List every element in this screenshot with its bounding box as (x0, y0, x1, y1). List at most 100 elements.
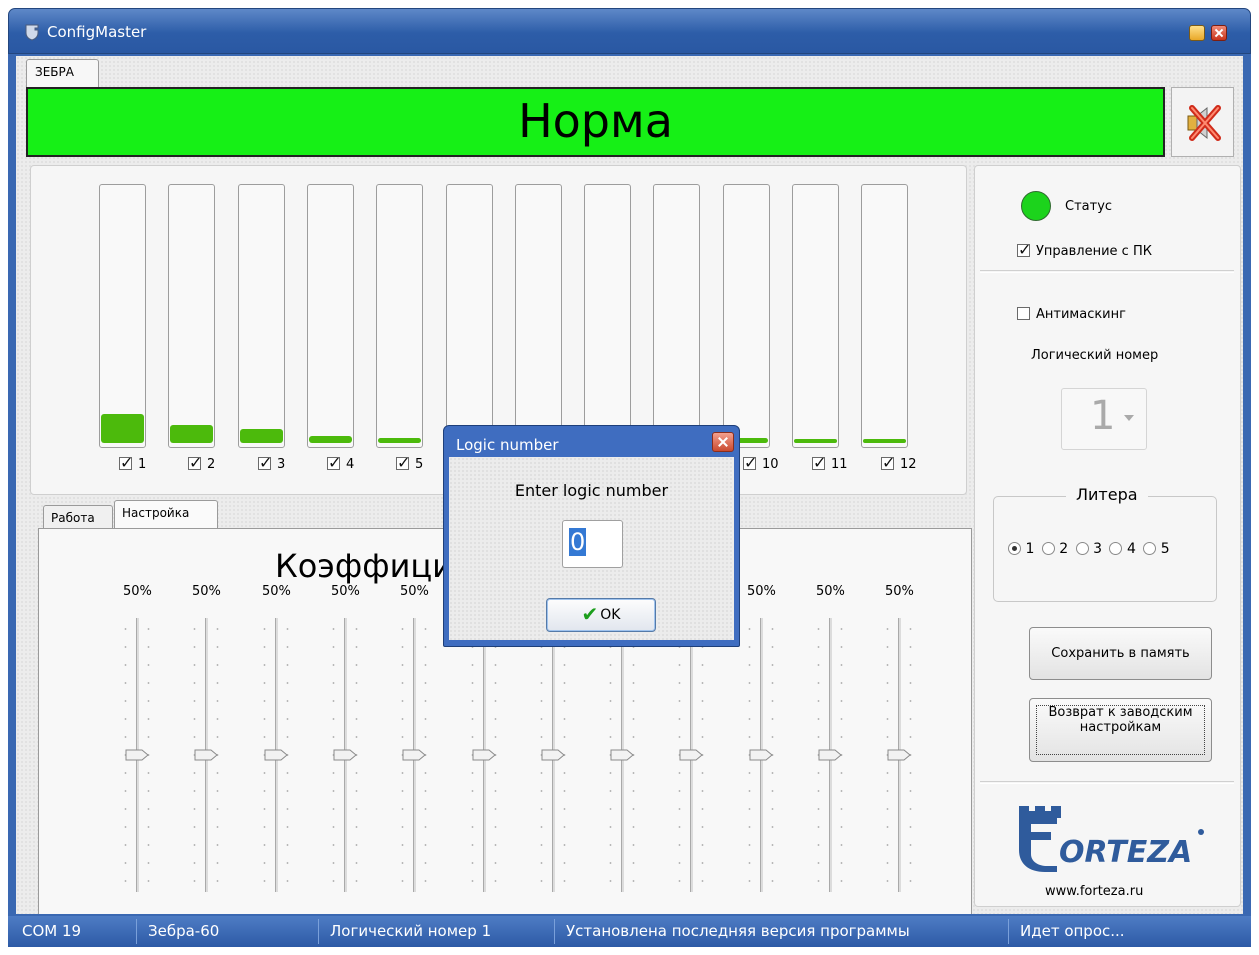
antimasking-checkbox[interactable]: Антимаскинг (1017, 307, 1126, 322)
website-link[interactable]: www.forteza.ru (1045, 884, 1143, 899)
status-divider (554, 919, 555, 944)
litera-radio-5[interactable]: 5 (1143, 541, 1170, 557)
channel-checkbox-1[interactable]: 1 (119, 453, 146, 472)
slider-value-label: 50% (262, 584, 291, 599)
logic-number-input[interactable]: 0 (562, 520, 623, 568)
level-bar-fill (863, 439, 906, 443)
level-bar-4 (307, 184, 354, 448)
level-bar-12 (861, 184, 908, 448)
slider-thumb[interactable] (333, 749, 358, 761)
channel-checkbox-4[interactable]: 4 (327, 453, 355, 472)
status-device: Зебра-60 (148, 922, 220, 940)
title-bar[interactable]: ConfigMaster (8, 8, 1251, 54)
radio-dot-icon (1075, 542, 1089, 555)
mute-button[interactable] (1171, 87, 1234, 157)
radio-dot-icon (1008, 542, 1021, 555)
logic-number-label: Логический номер (1031, 348, 1159, 363)
level-bar-6 (446, 184, 493, 448)
slider-thumb[interactable] (818, 749, 843, 761)
status-divider (318, 919, 319, 944)
slider-thumb[interactable] (472, 749, 497, 761)
slider-thumb[interactable] (264, 749, 289, 761)
channel-checkbox-10[interactable]: 10 (743, 453, 779, 472)
dialog-body: Enter logic number 0 ✔ OK (449, 457, 734, 640)
logic-number-input-value: 0 (569, 528, 587, 556)
channel-label: 4 (346, 457, 355, 472)
save-to-memory-button[interactable]: Сохранить в память (1029, 627, 1212, 680)
channel-checkbox-2[interactable]: 2 (188, 453, 216, 472)
tab-settings[interactable]: Настройка (114, 500, 218, 529)
litera-radio-4[interactable]: 4 (1109, 541, 1136, 557)
channel-label: 2 (207, 457, 216, 472)
close-button[interactable] (1211, 25, 1227, 41)
window-title: ConfigMaster (47, 23, 147, 41)
litera-label: Литера (1066, 485, 1148, 504)
radio-dot-icon (1109, 542, 1123, 555)
logic-number-dialog: Logic number Enter logic number 0 ✔ OK (443, 425, 740, 647)
check-icon (327, 453, 341, 472)
status-version: Установлена последняя версия программы (566, 922, 910, 940)
radio-label: 3 (1093, 541, 1103, 557)
status-logic-number: Логический номер 1 (330, 922, 492, 940)
right-panel: Статус Управление с ПК Антимаскинг Логич… (974, 165, 1241, 907)
level-bar-3 (238, 184, 285, 448)
slider-value-label: 50% (331, 584, 360, 599)
dialog-title: Logic number (456, 436, 559, 454)
radio-label: 2 (1059, 541, 1069, 557)
dialog-prompt: Enter logic number (514, 481, 669, 500)
status-bar: COM 19 Зебра-60 Логический номер 1 Устан… (8, 916, 1251, 947)
antimasking-label: Антимаскинг (1036, 307, 1126, 322)
slider-value-label: 50% (885, 584, 914, 599)
slider-thumb[interactable] (541, 749, 566, 761)
level-bar-fill (240, 429, 283, 443)
channel-label: 5 (415, 457, 424, 472)
status-port: COM 19 (22, 922, 82, 940)
check-icon (119, 453, 133, 472)
checkmark-icon: ✔ (581, 602, 599, 626)
slider-thumb[interactable] (610, 749, 635, 761)
slider-thumb[interactable] (887, 749, 912, 761)
pc-control-check-icon (1017, 240, 1031, 259)
slider-thumb[interactable] (125, 749, 150, 761)
channel-checkbox-12[interactable]: 12 (881, 453, 917, 472)
level-bar-10 (723, 184, 770, 448)
channel-label: 11 (831, 457, 848, 472)
slider-thumb[interactable] (679, 749, 704, 761)
channel-checkbox-3[interactable]: 3 (258, 453, 285, 472)
logic-number-select[interactable]: 1 (1061, 388, 1147, 450)
check-icon (188, 453, 202, 472)
radio-label: 5 (1160, 541, 1170, 557)
tab-zebra[interactable]: ЗЕБРА (26, 59, 99, 87)
pc-control-checkbox[interactable]: Управление с ПК (1017, 240, 1152, 259)
minimize-button[interactable] (1189, 25, 1205, 41)
litera-radio-1[interactable]: 1 (1008, 541, 1034, 557)
radio-label: 1 (1025, 541, 1035, 557)
status-banner: Норма (26, 87, 1165, 157)
litera-group: Литера 1 2 3 4 5 (993, 485, 1217, 602)
svg-text:ORTEZA: ORTEZA (1059, 835, 1192, 870)
slider-value-label: 50% (400, 584, 429, 599)
ok-button[interactable]: ✔ OK (546, 598, 656, 632)
dialog-close-button[interactable] (712, 432, 734, 452)
level-bar-fill (101, 414, 144, 443)
status-indicator (1021, 191, 1051, 221)
level-bar-fill (378, 438, 421, 443)
app-icon (25, 24, 39, 41)
litera-radio-group: 1 2 3 4 5 (1008, 541, 1173, 557)
channel-checkbox-5[interactable]: 5 (396, 453, 424, 472)
tab-work[interactable]: Работа (43, 505, 113, 529)
separator (980, 270, 1234, 273)
radio-label: 4 (1126, 541, 1136, 557)
factory-reset-button[interactable]: Возврат к заводским настройкам (1029, 698, 1212, 762)
separator (980, 781, 1234, 784)
check-icon (258, 453, 272, 472)
slider-thumb[interactable] (194, 749, 219, 761)
level-bar-11 (792, 184, 839, 448)
slider-thumb[interactable] (749, 749, 774, 761)
channel-checkbox-11[interactable]: 11 (812, 453, 848, 472)
channel-label: 10 (762, 457, 779, 472)
litera-radio-2[interactable]: 2 (1041, 541, 1069, 557)
slider-thumb[interactable] (402, 749, 427, 761)
litera-radio-3[interactable]: 3 (1075, 541, 1103, 557)
level-bar-fill (309, 436, 352, 443)
